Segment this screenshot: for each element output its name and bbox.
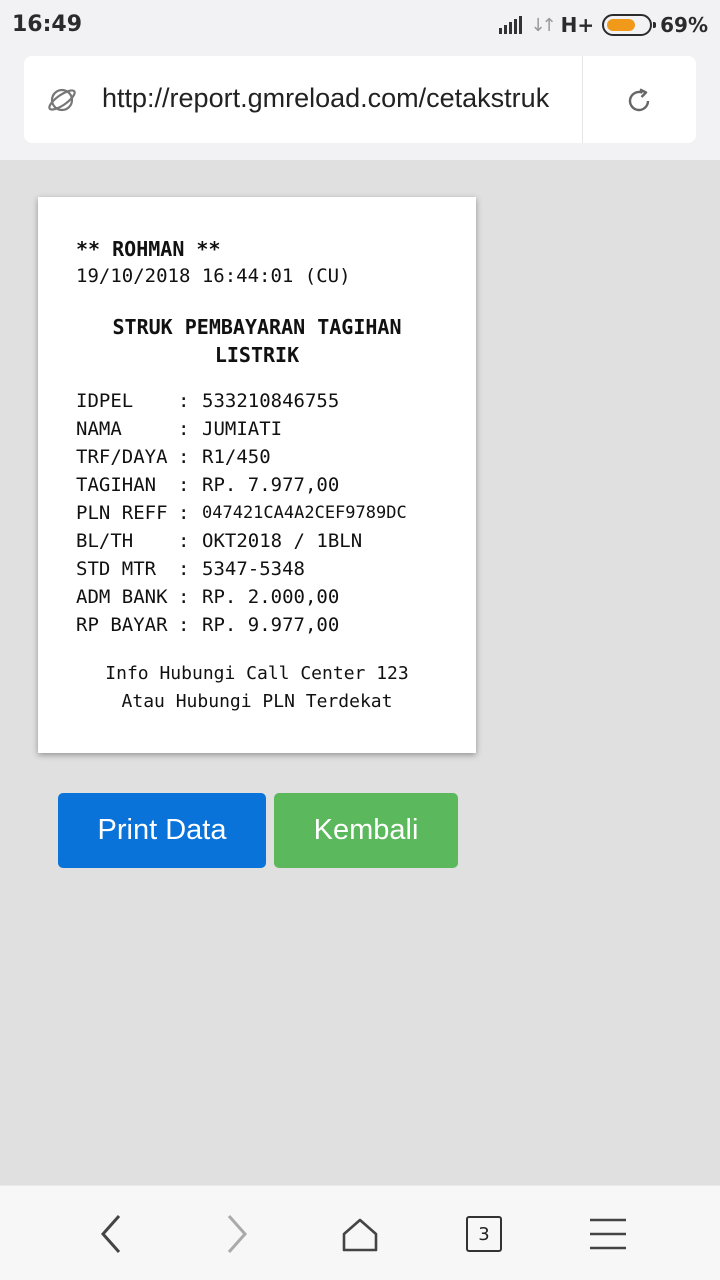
- status-bar: 16:49 ↓↑ H+ 69%: [0, 0, 720, 50]
- receipt-title-line2: LISTRIK: [214, 343, 300, 367]
- row-separator: :: [178, 530, 190, 552]
- row-separator: :: [178, 446, 190, 468]
- url-text[interactable]: http://report.gmreload.com/cetakstruk: [102, 83, 572, 117]
- row-value: 533210846755: [202, 390, 340, 412]
- row-separator: :: [178, 614, 190, 636]
- row-separator: :: [178, 418, 190, 440]
- receipt-footer-line2: Atau Hubungi PLN Terdekat: [121, 691, 393, 712]
- row-value: OKT2018 / 1BLN: [202, 530, 363, 552]
- row-label: TRF/DAYA: [76, 446, 168, 468]
- tab-count[interactable]: 3: [466, 1216, 502, 1252]
- receipt-row: STD MTR:5347-5348: [76, 555, 407, 583]
- url-divider: [582, 56, 583, 143]
- receipt-row: TRF/DAYA: R1/450: [76, 443, 407, 471]
- row-value: RP. 9.977,00: [202, 614, 340, 636]
- signal-icon: [499, 16, 523, 34]
- row-label: TAGIHAN: [76, 474, 157, 496]
- forward-arrow-icon[interactable]: [214, 1212, 258, 1256]
- receipt-row: RP BAYAR: RP. 9.977,00: [76, 611, 407, 639]
- receipt-title: STRUK PEMBAYARAN TAGIHAN LISTRIK: [38, 313, 476, 369]
- row-separator: :: [178, 586, 190, 608]
- receipt-footer: Info Hubungi Call Center 123 Atau Hubung…: [38, 660, 476, 716]
- receipt-row: BL/TH: OKT2018 / 1BLN: [76, 527, 407, 555]
- row-value: 047421CA4A2CEF9789DC: [202, 503, 407, 523]
- row-value: RP. 7.977,00: [202, 474, 340, 496]
- row-label: IDPEL: [76, 390, 134, 412]
- print-data-button[interactable]: Print Data: [58, 793, 266, 868]
- site-globe-icon: [48, 88, 76, 112]
- tabs-icon[interactable]: 3: [462, 1212, 506, 1256]
- receipt-title-line1: STRUK PEMBAYARAN TAGIHAN: [112, 315, 402, 339]
- row-label: BL/TH: [76, 530, 134, 552]
- receipt-row: IDPEL:533210846755: [76, 387, 407, 415]
- receipt-datetime: 19/10/2018 16:44:01 (CU): [76, 265, 351, 287]
- receipt-footer-line1: Info Hubungi Call Center 123: [105, 663, 409, 684]
- row-label: STD MTR: [76, 558, 157, 580]
- receipt-details: IDPEL:533210846755 NAMA: JUMIATI TRF/DAYA…: [76, 387, 407, 639]
- receipt-store-name: ** ROHMAN **: [76, 237, 221, 261]
- receipt-row: ADM BANK: RP. 2.000,00: [76, 583, 407, 611]
- row-label: RP BAYAR: [76, 614, 168, 636]
- receipt-row: TAGIHAN: RP. 7.977,00: [76, 471, 407, 499]
- row-value: R1/450: [202, 446, 271, 468]
- row-label: PLN REFF: [76, 502, 168, 524]
- row-value: JUMIATI: [202, 418, 283, 440]
- battery-icon: [602, 14, 657, 36]
- row-label: ADM BANK: [76, 586, 168, 608]
- address-bar[interactable]: http://report.gmreload.com/cetakstruk: [24, 56, 696, 143]
- row-label: NAMA: [76, 418, 122, 440]
- home-icon[interactable]: [338, 1212, 382, 1256]
- row-separator: :: [178, 502, 190, 524]
- data-arrows-icon: ↓↑: [530, 14, 556, 36]
- reload-icon[interactable]: [624, 86, 654, 116]
- row-value: RP. 2.000,00: [202, 586, 340, 608]
- network-type: H+: [560, 13, 595, 37]
- receipt-row: PLN REFF:047421CA4A2CEF9789DC: [76, 499, 407, 527]
- row-separator: :: [178, 390, 190, 412]
- battery-level: [607, 19, 636, 31]
- receipt: ** ROHMAN ** 19/10/2018 16:44:01 (CU) ST…: [38, 197, 476, 753]
- back-button[interactable]: Kembali: [274, 793, 458, 868]
- receipt-row: NAMA: JUMIATI: [76, 415, 407, 443]
- status-time: 16:49: [12, 12, 83, 37]
- menu-icon[interactable]: [586, 1212, 630, 1256]
- back-arrow-icon[interactable]: [90, 1212, 134, 1256]
- row-separator: :: [178, 558, 190, 580]
- row-separator: :: [178, 474, 190, 496]
- status-indicators: ↓↑ H+ 69%: [499, 10, 708, 40]
- battery-percent: 69%: [660, 13, 708, 37]
- browser-toolbar: http://report.gmreload.com/cetakstruk: [0, 50, 720, 160]
- row-value: 5347-5348: [202, 558, 305, 580]
- browser-bottom-nav: 3: [0, 1185, 720, 1280]
